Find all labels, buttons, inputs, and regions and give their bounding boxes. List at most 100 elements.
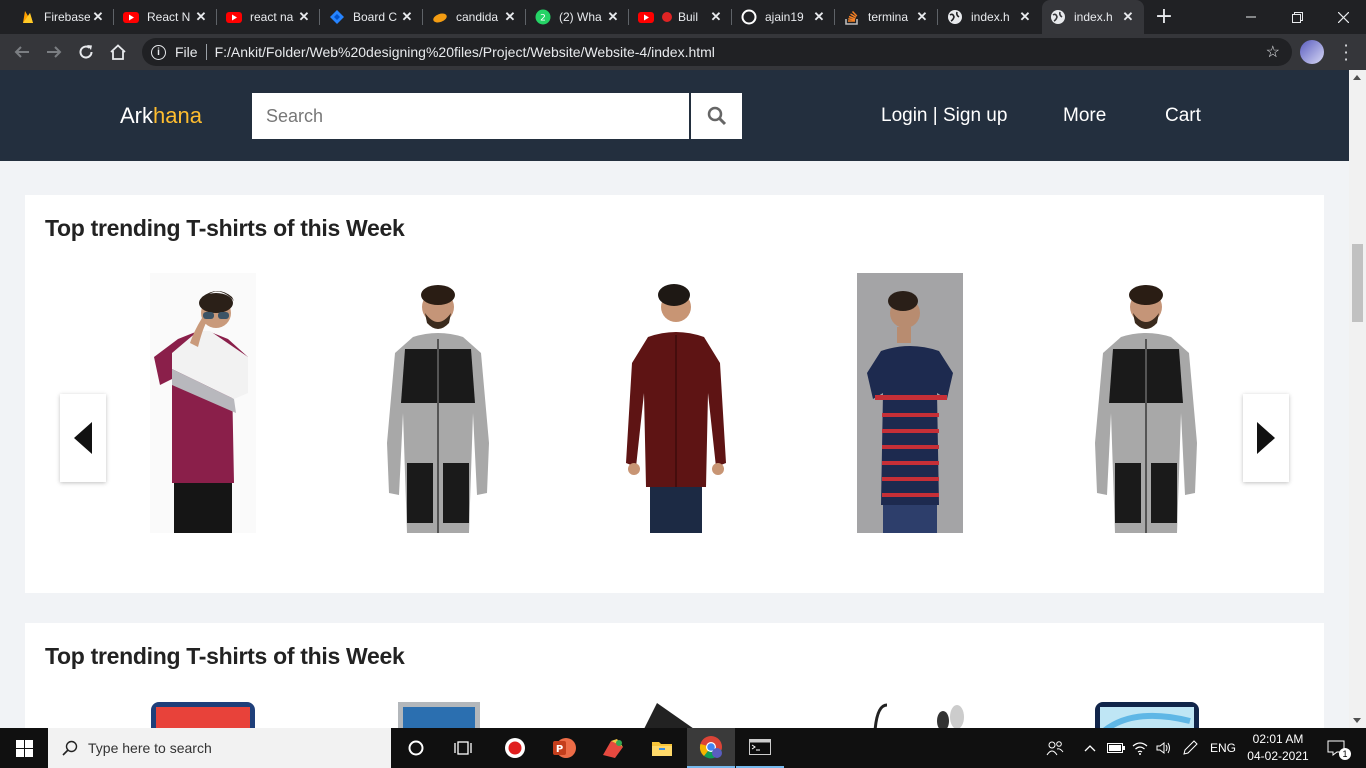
close-icon[interactable]: ✕ [811,9,827,25]
browser-tab[interactable]: React N ✕ [115,0,217,34]
close-icon[interactable]: ✕ [90,9,106,25]
browser-tab[interactable]: react na ✕ [218,0,320,34]
cart-link[interactable]: Cart [1165,105,1201,127]
chevron-up-icon [1084,745,1096,752]
restore-button[interactable] [1274,0,1320,34]
minimize-icon [1246,16,1256,18]
battery-button[interactable] [1104,728,1128,768]
terminal-taskbar-button[interactable] [736,728,784,768]
address-bar[interactable]: i File F:/Ankit/Folder/Web%20designing%2… [142,38,1292,66]
browser-tab[interactable]: termina ✕ [836,0,938,34]
task-view-icon [454,741,472,755]
product-card[interactable] [397,701,481,728]
close-icon[interactable]: ✕ [193,9,209,25]
home-icon [110,44,126,60]
close-window-button[interactable] [1320,0,1366,34]
taskbar-clock[interactable]: 02:01 AM 04-02-2021 [1244,731,1312,765]
search-input[interactable] [252,93,689,139]
windows-logo-icon [15,739,33,757]
close-icon[interactable]: ✕ [1120,9,1136,25]
powerpoint-button[interactable]: P [540,728,588,768]
tab-title: index.h [971,10,1010,24]
people-button[interactable] [1040,728,1070,768]
svg-text:2: 2 [540,14,546,24]
minimize-button[interactable] [1228,0,1274,34]
product-card[interactable] [1094,701,1200,728]
start-button[interactable] [0,728,48,768]
close-icon[interactable]: ✕ [914,9,930,25]
firebase-icon [23,11,33,23]
search-button[interactable] [691,93,742,139]
scroll-up-icon[interactable] [1353,75,1361,80]
more-link[interactable]: More [1063,105,1106,127]
tab-title: termina [868,10,909,24]
youtube-icon [123,12,139,23]
arrow-left-icon [14,46,29,58]
home-button[interactable] [104,38,132,66]
search-icon [62,740,78,756]
browser-tab-active[interactable]: index.h ✕ [1042,0,1144,34]
back-button[interactable] [8,38,36,66]
taskbar-search-box[interactable]: Type here to search [48,728,391,768]
pen-icon [1183,740,1198,755]
product-card[interactable] [622,273,730,533]
browser-tab[interactable]: index.h ✕ [939,0,1041,34]
task-view-button[interactable] [440,728,488,768]
scrollbar-thumb[interactable] [1352,244,1363,322]
browser-tab[interactable]: ajain19 ✕ [733,0,835,34]
profile-avatar[interactable] [1300,40,1324,64]
product-card[interactable] [1091,273,1201,533]
tablet-image [644,703,693,728]
close-icon[interactable]: ✕ [296,9,312,25]
product-card[interactable] [150,701,256,728]
action-center-button[interactable]: 1 [1318,728,1354,768]
close-icon[interactable]: ✕ [1017,9,1033,25]
wifi-button[interactable] [1128,728,1152,768]
site-logo[interactable]: Arkhana [120,103,202,129]
trending-section: Top trending T-shirts of this Week [25,195,1324,593]
close-icon[interactable]: ✕ [399,9,415,25]
product-card[interactable] [150,273,256,533]
stackoverflow-icon [845,10,858,25]
bookmark-star-icon[interactable]: ☆ [1266,42,1280,62]
product-card[interactable] [637,701,699,728]
browser-tab[interactable]: candida ✕ [424,0,526,34]
close-icon[interactable]: ✕ [502,9,518,25]
product-card[interactable] [871,701,965,728]
trending-section: Top trending T-shirts of this Week [25,623,1324,728]
forward-button[interactable] [40,38,68,66]
login-signup-link[interactable]: Login | Sign up [881,105,1007,127]
scroll-down-icon[interactable] [1353,718,1361,723]
smartphone-image [1095,702,1199,728]
info-icon[interactable]: i [151,44,166,60]
browser-tab[interactable]: Board C ✕ [321,0,423,34]
volume-button[interactable] [1152,728,1176,768]
pen-workspace-button[interactable] [1178,728,1202,768]
file-explorer-button[interactable] [638,728,686,768]
clock-time: 02:01 AM [1252,732,1304,746]
product-card[interactable] [857,273,963,533]
browser-tab[interactable]: 2 (2) Wha ✕ [527,0,629,34]
page-scrollbar[interactable] [1349,70,1366,728]
carousel-next-button[interactable] [1243,394,1289,482]
carousel-prev-button[interactable] [60,394,106,482]
show-hidden-icons-button[interactable] [1078,728,1102,768]
new-tab-button[interactable]: + [1152,5,1176,29]
taskbar-search-placeholder: Type here to search [88,740,212,756]
chrome-taskbar-button[interactable] [687,728,735,768]
smartphone-image [151,702,255,728]
browser-menu-button[interactable]: · · · [1336,38,1356,68]
url-scheme-label: File [175,44,198,60]
input-language-button[interactable]: ENG [1205,728,1241,768]
product-card[interactable] [383,273,493,533]
url-text[interactable]: F:/Ankit/Folder/Web%20designing%20files/… [215,44,715,60]
close-icon[interactable]: ✕ [708,9,724,25]
paint-3d-button[interactable] [589,728,637,768]
browser-tab[interactable]: Buil ✕ [630,0,732,34]
chevron-right-icon [1257,422,1275,454]
close-icon[interactable]: ✕ [605,9,621,25]
recorder-app-button[interactable] [491,728,539,768]
browser-tab[interactable]: Firebase ✕ [12,0,114,34]
cortana-button[interactable] [392,728,440,768]
reload-button[interactable] [72,38,100,66]
